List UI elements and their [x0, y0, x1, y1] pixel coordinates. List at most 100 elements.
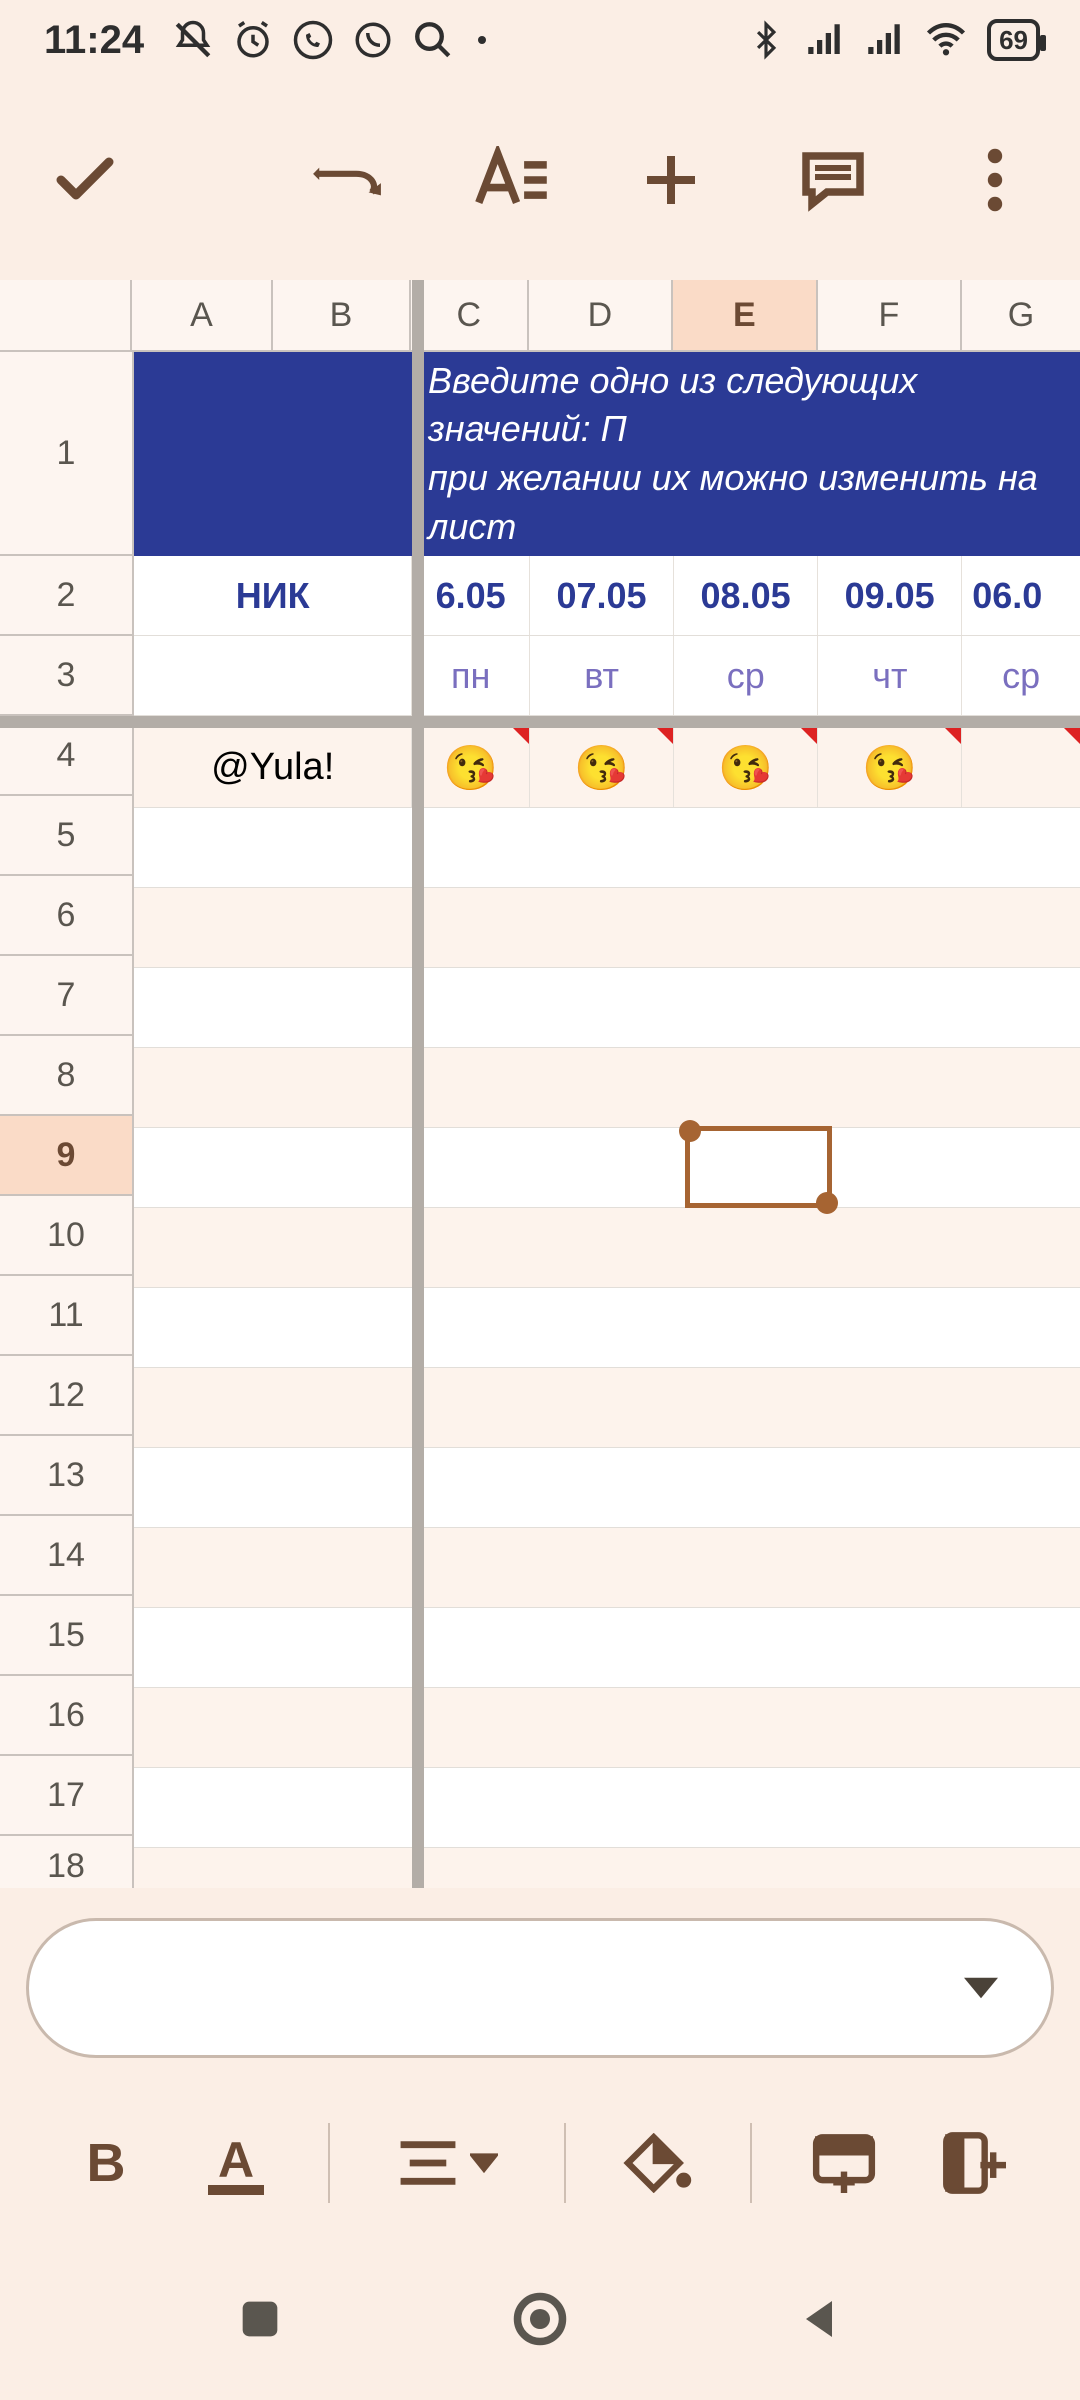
- cell-grid[interactable]: Введите одно из следующих значений: П пр…: [134, 352, 1080, 1888]
- cell-b4[interactable]: @Yula!: [134, 728, 412, 807]
- freeze-line-vertical[interactable]: [412, 280, 424, 1888]
- selection-handle-br[interactable]: [816, 1192, 838, 1214]
- formula-bar[interactable]: [26, 1918, 1054, 2058]
- col-header-e[interactable]: E: [673, 280, 817, 350]
- align-button[interactable]: [382, 2123, 512, 2203]
- row-17[interactable]: [134, 1768, 1080, 1848]
- cell-e2[interactable]: 08.05: [674, 556, 818, 635]
- cell-g3[interactable]: ср: [962, 636, 1080, 715]
- cell-d4[interactable]: 😘: [530, 728, 674, 807]
- col-header-c[interactable]: C: [411, 280, 529, 350]
- row-header-8[interactable]: 8: [0, 1036, 132, 1116]
- row-header-7[interactable]: 7: [0, 956, 132, 1036]
- insert-column-button[interactable]: [934, 2123, 1014, 2203]
- bluetooth-icon: [747, 19, 785, 61]
- row-5[interactable]: [134, 808, 1080, 888]
- cell-f3[interactable]: чт: [818, 636, 962, 715]
- row-header-4[interactable]: 4: [0, 716, 132, 796]
- selection-handle-tl[interactable]: [679, 1120, 701, 1142]
- cell-c2[interactable]: 6.05: [412, 556, 530, 635]
- row-header-10[interactable]: 10: [0, 1196, 132, 1276]
- home-button[interactable]: [500, 2279, 580, 2359]
- row-7[interactable]: [134, 968, 1080, 1048]
- cell-d2[interactable]: 07.05: [530, 556, 674, 635]
- android-status-bar: 11:24 69: [0, 0, 1080, 80]
- cell-e3[interactable]: ср: [674, 636, 818, 715]
- signal2-icon: [863, 19, 905, 61]
- viber-icon: [352, 19, 394, 61]
- row-header-12[interactable]: 12: [0, 1356, 132, 1436]
- formula-input[interactable]: [89, 1966, 941, 2011]
- freeze-line-horizontal[interactable]: [0, 716, 1080, 728]
- row-9[interactable]: [134, 1128, 1080, 1208]
- row-header-11[interactable]: 11: [0, 1276, 132, 1356]
- cell-c3[interactable]: пн: [412, 636, 530, 715]
- row-8[interactable]: [134, 1048, 1080, 1128]
- instruction-banner[interactable]: Введите одно из следующих значений: П пр…: [134, 352, 1080, 556]
- emoji-icon: 😘: [862, 742, 917, 794]
- row-header-6[interactable]: 6: [0, 876, 132, 956]
- toolbar-separator: [750, 2123, 752, 2203]
- cell-f4[interactable]: 😘: [818, 728, 962, 807]
- col-header-d[interactable]: D: [529, 280, 673, 350]
- cell-b3[interactable]: [134, 636, 412, 715]
- app-toolbar: [0, 80, 1080, 280]
- banner-line-2: при желании их можно изменить на лист: [428, 454, 1074, 551]
- undo-button[interactable]: [302, 135, 392, 225]
- recent-apps-button[interactable]: [220, 2279, 300, 2359]
- note-flag-icon: [513, 728, 529, 744]
- row-header-17[interactable]: 17: [0, 1756, 132, 1836]
- more-notifications-dot: [478, 36, 486, 44]
- bold-button[interactable]: B: [66, 2123, 146, 2203]
- overflow-menu-button[interactable]: [950, 135, 1040, 225]
- add-button[interactable]: [626, 135, 716, 225]
- col-header-f[interactable]: F: [818, 280, 962, 350]
- row-header-2[interactable]: 2: [0, 556, 132, 636]
- row-header-18[interactable]: 18: [0, 1836, 132, 1888]
- clock: 11:24: [44, 18, 144, 63]
- cell-g2[interactable]: 06.0: [962, 556, 1080, 635]
- cell-d3[interactable]: вт: [530, 636, 674, 715]
- row-header-15[interactable]: 15: [0, 1596, 132, 1676]
- row-header-1[interactable]: 1: [0, 352, 132, 556]
- col-header-a[interactable]: A: [132, 280, 274, 350]
- row-12[interactable]: [134, 1368, 1080, 1448]
- row-header-3[interactable]: 3: [0, 636, 132, 716]
- sheet-corner[interactable]: [0, 280, 132, 350]
- fill-color-button[interactable]: [618, 2123, 698, 2203]
- cell-b2[interactable]: НИК: [134, 556, 412, 635]
- format-toolbar: B A: [0, 2088, 1080, 2238]
- formula-expand-button[interactable]: [961, 1968, 1001, 2008]
- cell-g4[interactable]: [962, 728, 1080, 807]
- row-header-13[interactable]: 13: [0, 1436, 132, 1516]
- row-header-9[interactable]: 9: [0, 1116, 132, 1196]
- col-header-g[interactable]: G: [962, 280, 1080, 350]
- selected-cell-outline[interactable]: [685, 1126, 832, 1208]
- back-button[interactable]: [780, 2279, 860, 2359]
- row-header-14[interactable]: 14: [0, 1516, 132, 1596]
- spreadsheet-area[interactable]: A B C D E F G 1 2 3 4 5 6 7 8 9 10 11 12…: [0, 280, 1080, 1888]
- text-color-button[interactable]: A: [196, 2123, 276, 2203]
- row-14[interactable]: [134, 1528, 1080, 1608]
- row-6[interactable]: [134, 888, 1080, 968]
- row-10[interactable]: [134, 1208, 1080, 1288]
- note-flag-icon: [657, 728, 673, 744]
- alarm-icon: [232, 19, 274, 61]
- cell-f2[interactable]: 09.05: [818, 556, 962, 635]
- accept-button[interactable]: [40, 135, 130, 225]
- row-15[interactable]: [134, 1608, 1080, 1688]
- cell-c4[interactable]: 😘: [412, 728, 530, 807]
- row-13[interactable]: [134, 1448, 1080, 1528]
- text-format-button[interactable]: [464, 135, 554, 225]
- row-18[interactable]: [134, 1848, 1080, 1888]
- row-11[interactable]: [134, 1288, 1080, 1368]
- comment-button[interactable]: [788, 135, 878, 225]
- cell-e4[interactable]: 😘: [674, 728, 818, 807]
- insert-row-button[interactable]: [804, 2123, 884, 2203]
- battery-indicator: 69: [987, 19, 1040, 61]
- row-16[interactable]: [134, 1688, 1080, 1768]
- battery-level: 69: [999, 25, 1028, 56]
- row-header-16[interactable]: 16: [0, 1676, 132, 1756]
- col-header-b[interactable]: B: [273, 280, 411, 350]
- row-header-5[interactable]: 5: [0, 796, 132, 876]
